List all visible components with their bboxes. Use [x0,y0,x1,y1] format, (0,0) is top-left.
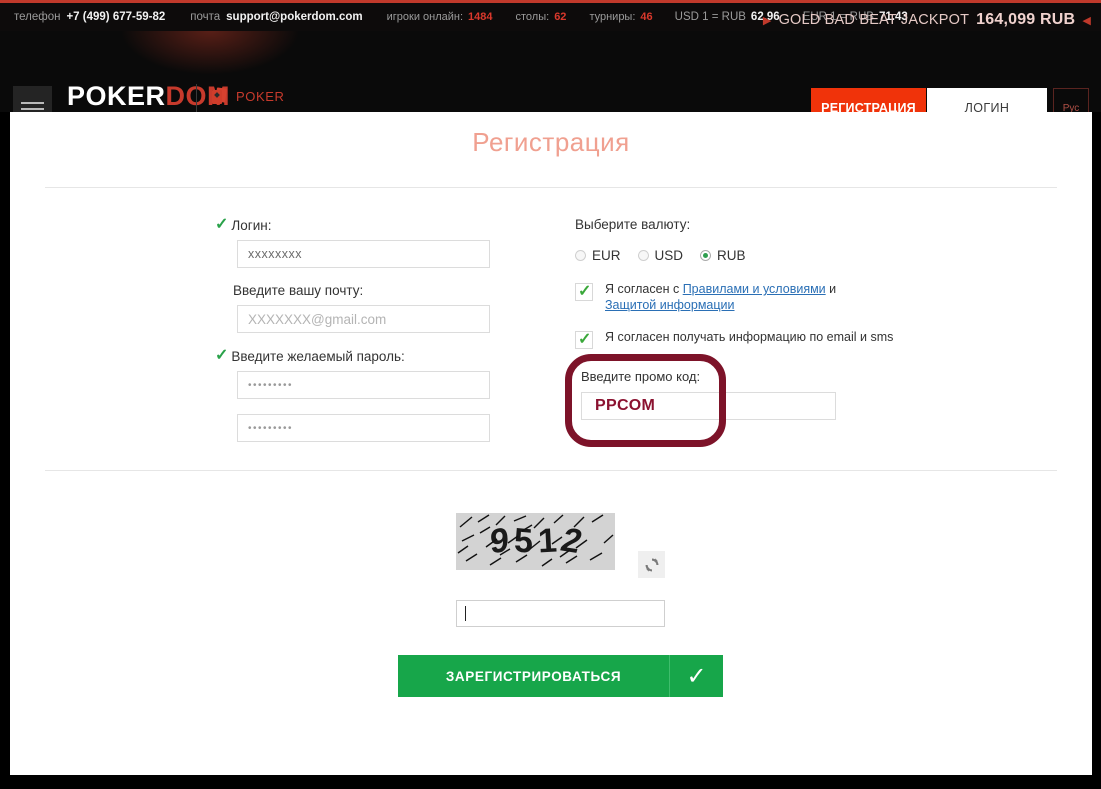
site-logo[interactable]: POKERDOM — RPT Sponsor — [67,83,230,112]
product-poker[interactable]: POKER [212,85,292,107]
top-info-bar: телефон +7 (499) 677-59-82 почта support… [0,0,1101,31]
radio-eur-icon[interactable] [575,250,586,261]
page-title: Регистрация [472,127,630,157]
captcha-image: 9 5 1 2 [456,513,615,570]
mail-value[interactable]: support@pokerdom.com [226,11,362,23]
refresh-captcha-icon[interactable] [638,551,665,578]
agree-news-row[interactable]: Я согласен получать информацию по email … [575,329,915,349]
password-input[interactable]: ••••••••• [237,371,490,399]
register-button[interactable]: РЕГИСТРАЦИЯ [811,88,926,112]
currency-radio-group: EUR USD RUB [575,248,915,263]
arrow-right-icon: ▶ [762,14,772,27]
captcha-section: 9 5 1 2 [456,513,665,627]
password-confirm-input[interactable]: ••••••••• [237,414,490,442]
main-content: Регистрация ✓ Логин: xxxxxxxx Введите ва… [10,112,1092,775]
email-input[interactable]: XXXXXXX@gmail.com [237,305,490,333]
promo-code-input[interactable]: PPCOM [581,392,836,420]
login-field-label: ✓ Логин: [215,217,495,233]
login-input[interactable]: xxxxxxxx [237,240,490,268]
currency-option-rub[interactable]: RUB [700,248,746,263]
players-online-label: игроки онлайн: [386,11,464,23]
captcha-input[interactable] [456,600,665,627]
jackpot-ticker[interactable]: ▶ GOLD BAD BEAT JACKPOT 164,099 RUB ◀ [763,6,1091,31]
playing-cards-icon [212,86,227,105]
live-stats: игроки онлайн: 1484 столы: 62 турниры: 4… [387,11,653,23]
contact-info: телефон +7 (499) 677-59-82 почта support… [14,11,363,23]
promo-code-label: Введите промо код: [581,369,701,384]
site-header: POKERDOM — RPT Sponsor — POKER CASINO РЕ… [0,31,1101,112]
tournaments-label: турниры: [589,11,636,23]
tables-label: столы: [515,11,550,23]
agree-terms-pre: Я согласен с [605,282,683,296]
currency-eur-label: EUR [592,248,621,263]
email-field-label: Введите вашу почту: [215,283,495,298]
currency-usd-label: USD [654,248,684,263]
login-button[interactable]: ЛОГИН [927,88,1047,112]
divider-top [45,187,1057,188]
header-divider [196,84,197,112]
currency-option-eur[interactable]: EUR [575,248,621,263]
submit-check-icon[interactable]: ✓ [669,655,723,697]
currency-option-usd[interactable]: USD [637,248,684,263]
privacy-link[interactable]: Защитой информации [605,298,735,312]
usd-rate-label: USD 1 = RUB [674,11,746,23]
agree-terms-mid: и [825,282,837,296]
product-poker-label: POKER [236,88,285,104]
login-label-text: Логин: [231,217,272,233]
language-switcher[interactable]: Рус [1053,88,1089,112]
radio-rub-icon[interactable] [700,250,712,261]
agree-news-text: Я согласен получать информацию по email … [605,330,894,344]
terms-link[interactable]: Правилами и условиями [683,282,826,296]
valid-check-icon: ✓ [215,216,229,233]
valid-check-icon: ✓ [215,347,229,364]
promo-code-block: Введите промо код: PPCOM [565,354,915,447]
mail-label: почта [190,11,221,23]
logo-wordmark: POKERDOM [67,83,230,110]
currency-label: Выберите валюту: [575,217,691,232]
arrow-left-icon: ◀ [1082,14,1091,27]
checkbox-terms-icon[interactable] [575,281,593,301]
agree-terms-text: Я согласен с Правилами и условиями и Защи… [605,281,836,313]
jackpot-label: GOLD BAD BEAT JACKPOT [778,12,970,28]
players-online-value: 1484 [468,11,493,23]
product-links: POKER CASINO [212,85,292,112]
password-label-text: Введите желаемый пароль: [231,348,405,364]
tournaments-value: 46 [640,11,653,23]
phone-label: телефон [14,11,61,23]
page-root: телефон +7 (499) 677-59-82 почта support… [0,0,1101,789]
refresh-glyph [645,557,658,572]
radio-usd-icon[interactable] [637,250,649,261]
hamburger-menu-icon[interactable] [13,86,52,112]
phone-value[interactable]: +7 (499) 677-59-82 [66,11,165,23]
jackpot-amount: 164,099 RUB [976,11,1076,28]
currency-rub-label: RUB [717,248,746,263]
checkbox-news-icon[interactable] [575,329,593,349]
hamburger-bar [21,102,44,104]
registration-right-column: Выберите валюту: EUR USD RUB Я согласен … [565,217,915,447]
text-caret [465,606,466,621]
registration-left-column: ✓ Логин: xxxxxxxx Введите вашу почту: XX… [215,217,495,457]
password-field-label: ✓ Введите желаемый пароль: [215,348,495,364]
agree-terms-row[interactable]: Я согласен с Правилами и условиями и Защи… [575,281,915,313]
email-label-text: Введите вашу почту: [233,283,364,298]
tables-value: 62 [554,11,567,23]
register-submit-button[interactable]: ЗАРЕГИСТРИРОВАТЬСЯ [398,655,669,697]
hamburger-bar [21,108,44,110]
submit-row[interactable]: ЗАРЕГИСТРИРОВАТЬСЯ ✓ [398,655,723,697]
logo-poker-text: POKER [67,81,166,111]
divider-bottom [45,470,1057,471]
captcha-noise-overlay [457,514,614,567]
